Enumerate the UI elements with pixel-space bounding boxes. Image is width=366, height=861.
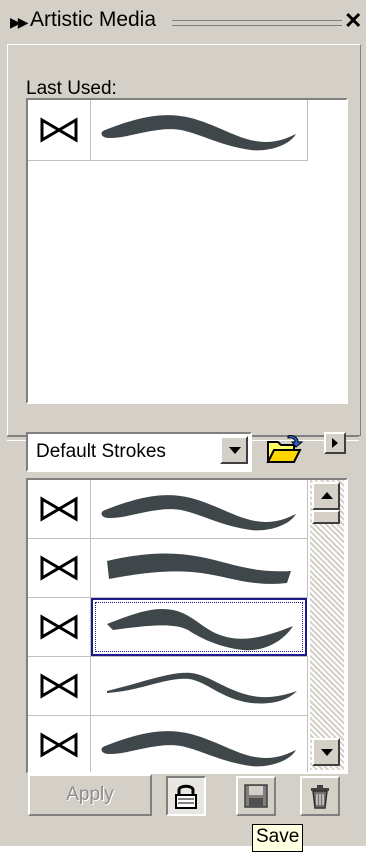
stroke-preview-3 (107, 608, 293, 651)
title-grip[interactable] (172, 20, 342, 26)
bowtie-icon (40, 555, 78, 581)
bowtie-icon (40, 614, 78, 640)
stroke-list-item[interactable] (28, 539, 308, 598)
stroke-preview-2 (107, 553, 291, 584)
stroke-item-icon-cell (28, 598, 91, 656)
last-used-item-stroke[interactable] (91, 100, 308, 161)
lock-button[interactable] (166, 776, 206, 816)
stroke-item-preview (91, 598, 307, 656)
stroke-item-icon-cell (28, 539, 91, 597)
stroke-item-preview (91, 539, 308, 597)
stroke-preview-4 (107, 672, 297, 704)
folder-open-icon (266, 435, 304, 463)
bowtie-icon (40, 496, 78, 522)
stroke-set-value: Default Strokes (36, 441, 166, 462)
last-used-item-icon-cell[interactable] (28, 100, 91, 161)
stroke-item-icon-cell (28, 657, 91, 715)
stroke-set-dropdown[interactable]: Default Strokes (26, 432, 252, 472)
apply-button[interactable]: Apply (28, 774, 152, 816)
stroke-item-icon-cell (28, 716, 91, 772)
trash-icon (311, 785, 329, 809)
bowtie-icon (40, 117, 78, 143)
save-button[interactable] (236, 776, 276, 816)
stroke-preview-1 (101, 115, 296, 151)
stroke-item-icon-cell (28, 480, 91, 538)
bowtie-icon (40, 673, 78, 699)
delete-button[interactable] (300, 776, 340, 816)
stroke-item-preview (91, 657, 308, 715)
stroke-list[interactable] (26, 478, 348, 774)
stroke-list-item[interactable] (28, 657, 308, 716)
open-stroke-set-button[interactable] (262, 430, 304, 470)
flyout-arrow-icon (332, 438, 338, 448)
chevron-down-icon (229, 447, 241, 454)
title-bar[interactable]: ▶▶ Artistic Media ✕ (0, 0, 366, 44)
floppy-disk-icon (244, 784, 268, 808)
vertical-scrollbar[interactable] (310, 480, 344, 770)
stroke-list-item[interactable] (28, 716, 308, 772)
last-used-label: Last Used: (26, 78, 117, 99)
scroll-down-button[interactable] (312, 738, 340, 766)
stroke-item-preview (91, 480, 308, 538)
stroke-preview-5 (101, 731, 296, 767)
double-chevron-right-icon[interactable]: ▶▶ (10, 14, 28, 31)
scroll-up-button[interactable] (312, 482, 340, 510)
status-strip (0, 846, 366, 861)
scroll-down-arrow-icon (321, 749, 333, 756)
lock-icon (175, 784, 197, 809)
dropdown-button[interactable] (220, 436, 248, 464)
scroll-up-arrow-icon (321, 492, 333, 499)
stroke-item-preview (91, 716, 308, 772)
bowtie-icon (40, 732, 78, 758)
flyout-menu-button[interactable] (324, 432, 346, 454)
stroke-preview-1 (101, 495, 296, 531)
stroke-list-item-selected[interactable] (28, 598, 308, 657)
last-used-list (26, 98, 348, 404)
scroll-thumb[interactable] (312, 510, 340, 524)
window-title: Artistic Media (30, 8, 157, 31)
save-tooltip: Save (252, 824, 304, 852)
close-icon[interactable]: ✕ (344, 8, 362, 34)
stroke-list-item[interactable] (28, 480, 308, 539)
